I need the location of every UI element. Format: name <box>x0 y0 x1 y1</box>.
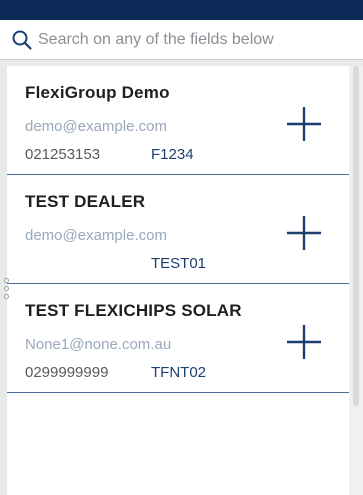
dealer-code: TFNT02 <box>151 364 207 381</box>
dealer-name: TEST FLEXICHIPS SOLAR <box>25 301 242 320</box>
scrollbar[interactable] <box>349 66 363 495</box>
plus-icon[interactable] <box>284 322 324 362</box>
plus-icon[interactable] <box>284 213 324 253</box>
list-item[interactable]: TEST FLEXICHIPS SOLAR None1@none.com.au … <box>7 284 349 393</box>
dealer-name: TEST DEALER <box>25 192 146 211</box>
search-bar <box>0 20 363 60</box>
drag-handle-icon[interactable] <box>4 278 10 318</box>
scrollbar-thumb[interactable] <box>353 66 359 406</box>
dealer-phone: 021253153 <box>25 146 101 163</box>
dealer-code: F1234 <box>151 146 194 163</box>
list-item[interactable]: FlexiGroup Demo demo@example.com 0212531… <box>7 66 349 175</box>
top-bar <box>0 0 363 20</box>
dealer-list: FlexiGroup Demo demo@example.com 0212531… <box>7 66 349 495</box>
search-icon <box>12 30 32 50</box>
plus-icon[interactable] <box>284 104 324 144</box>
dealer-phone: 0299999999 <box>25 364 109 381</box>
dealer-name: FlexiGroup Demo <box>25 83 170 102</box>
list-item[interactable]: TEST DEALER demo@example.com TEST01 <box>7 175 349 284</box>
dealer-email: demo@example.com <box>25 227 167 244</box>
dealer-email: demo@example.com <box>25 118 167 135</box>
dealer-email: None1@none.com.au <box>25 336 172 353</box>
dealer-panel: FlexiGroup Demo demo@example.com 0212531… <box>0 60 363 495</box>
search-input[interactable] <box>38 28 353 52</box>
dealer-code: TEST01 <box>151 255 207 272</box>
